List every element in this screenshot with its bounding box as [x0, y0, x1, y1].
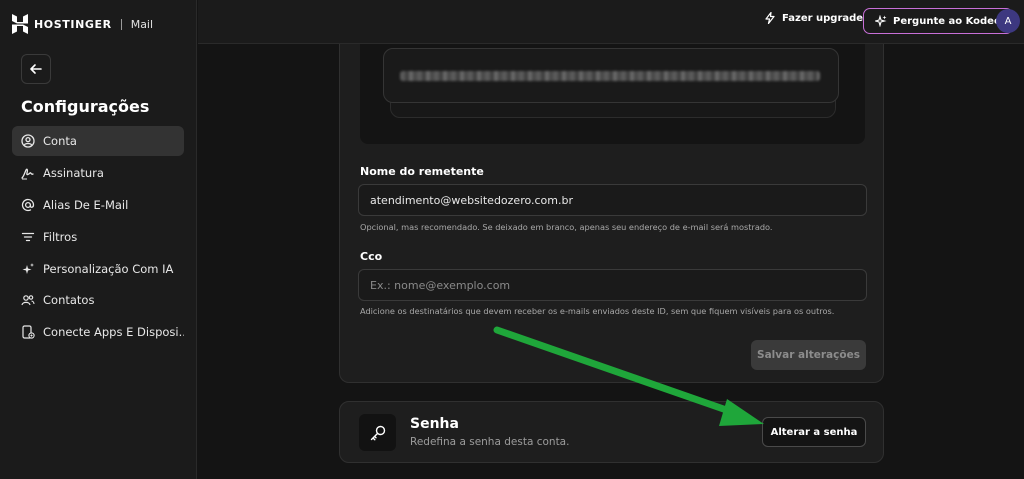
kodee-sparkle-icon: [875, 15, 887, 27]
preview-card: [383, 48, 839, 103]
back-button[interactable]: [21, 54, 51, 84]
sidebar-item-contatos[interactable]: Contatos: [12, 285, 184, 315]
contacts-icon: [21, 293, 35, 307]
avatar[interactable]: A: [996, 9, 1020, 33]
password-title: Senha: [410, 416, 459, 432]
cco-hint: Adicione os destinatários que devem rece…: [360, 306, 835, 316]
settings-nav: Conta Assinatura Alias De E-Mail Filtros: [12, 126, 184, 349]
sidebar-item-label: Conecte Apps E Disposi...: [43, 325, 184, 340]
sidebar-item-label: Contatos: [43, 293, 95, 308]
app-root: HOSTINGER Mail Configurações Conta Assin…: [0, 0, 1024, 479]
password-subtitle: Redefina a senha desta conta.: [410, 436, 570, 448]
brand-divider: [120, 18, 122, 30]
cco-label: Cco: [360, 250, 383, 263]
signature-preview: [360, 44, 865, 144]
brand: HOSTINGER Mail: [12, 14, 153, 34]
sidebar-item-label: Filtros: [43, 229, 78, 244]
sidebar-item-conecte-apps[interactable]: Conecte Apps E Disposi...: [12, 317, 184, 347]
blurred-content: [400, 70, 820, 81]
hostinger-logo-icon: [12, 14, 28, 34]
change-password-button[interactable]: Alterar a senha: [762, 417, 866, 447]
sidebar: HOSTINGER Mail Configurações Conta Assin…: [0, 0, 197, 479]
sidebar-item-label: Conta: [43, 134, 77, 148]
sparkles-icon: [21, 262, 35, 276]
sidebar-item-filtros[interactable]: Filtros: [12, 222, 184, 252]
filter-icon: [21, 230, 35, 244]
ask-kodee-button[interactable]: Pergunte ao Kodee: [863, 8, 1013, 34]
account-settings-card: Nome do remetente Opcional, mas recomend…: [339, 44, 884, 383]
sidebar-item-conta[interactable]: Conta: [12, 126, 184, 156]
signature-icon: [21, 166, 35, 180]
lightning-icon: [765, 12, 775, 24]
brand-product: Mail: [130, 17, 154, 31]
settings-title: Configurações: [21, 97, 150, 116]
sidebar-item-alias[interactable]: Alias De E-Mail: [12, 190, 184, 220]
sidebar-item-label: Alias De E-Mail: [43, 197, 129, 212]
sender-name-input[interactable]: [358, 184, 867, 216]
sender-name-hint: Opcional, mas recomendado. Se deixado em…: [360, 222, 773, 232]
sidebar-item-label: Assinatura: [43, 165, 104, 180]
at-icon: [21, 198, 35, 212]
sender-name-label: Nome do remetente: [360, 165, 484, 178]
brand-name: HOSTINGER: [34, 17, 112, 31]
password-card: Senha Redefina a senha desta conta. Alte…: [339, 401, 884, 463]
save-changes-button[interactable]: Salvar alterações: [751, 340, 866, 370]
arrow-left-icon: [30, 64, 42, 74]
upgrade-label: Fazer upgrade: [782, 12, 864, 24]
sidebar-item-label: Personalização Com IA: [43, 261, 174, 276]
topbar: Fazer upgrade Pergunte ao Kodee A: [198, 0, 1024, 44]
upgrade-button[interactable]: Fazer upgrade: [764, 12, 863, 24]
kodee-label: Pergunte ao Kodee: [893, 15, 1001, 27]
sidebar-item-assinatura[interactable]: Assinatura: [12, 158, 184, 188]
sidebar-item-personalizacao-ia[interactable]: Personalização Com IA: [12, 254, 184, 284]
user-circle-icon: [21, 134, 35, 148]
key-icon: [359, 414, 396, 451]
cco-input[interactable]: [358, 269, 867, 301]
device-icon: [21, 325, 35, 339]
